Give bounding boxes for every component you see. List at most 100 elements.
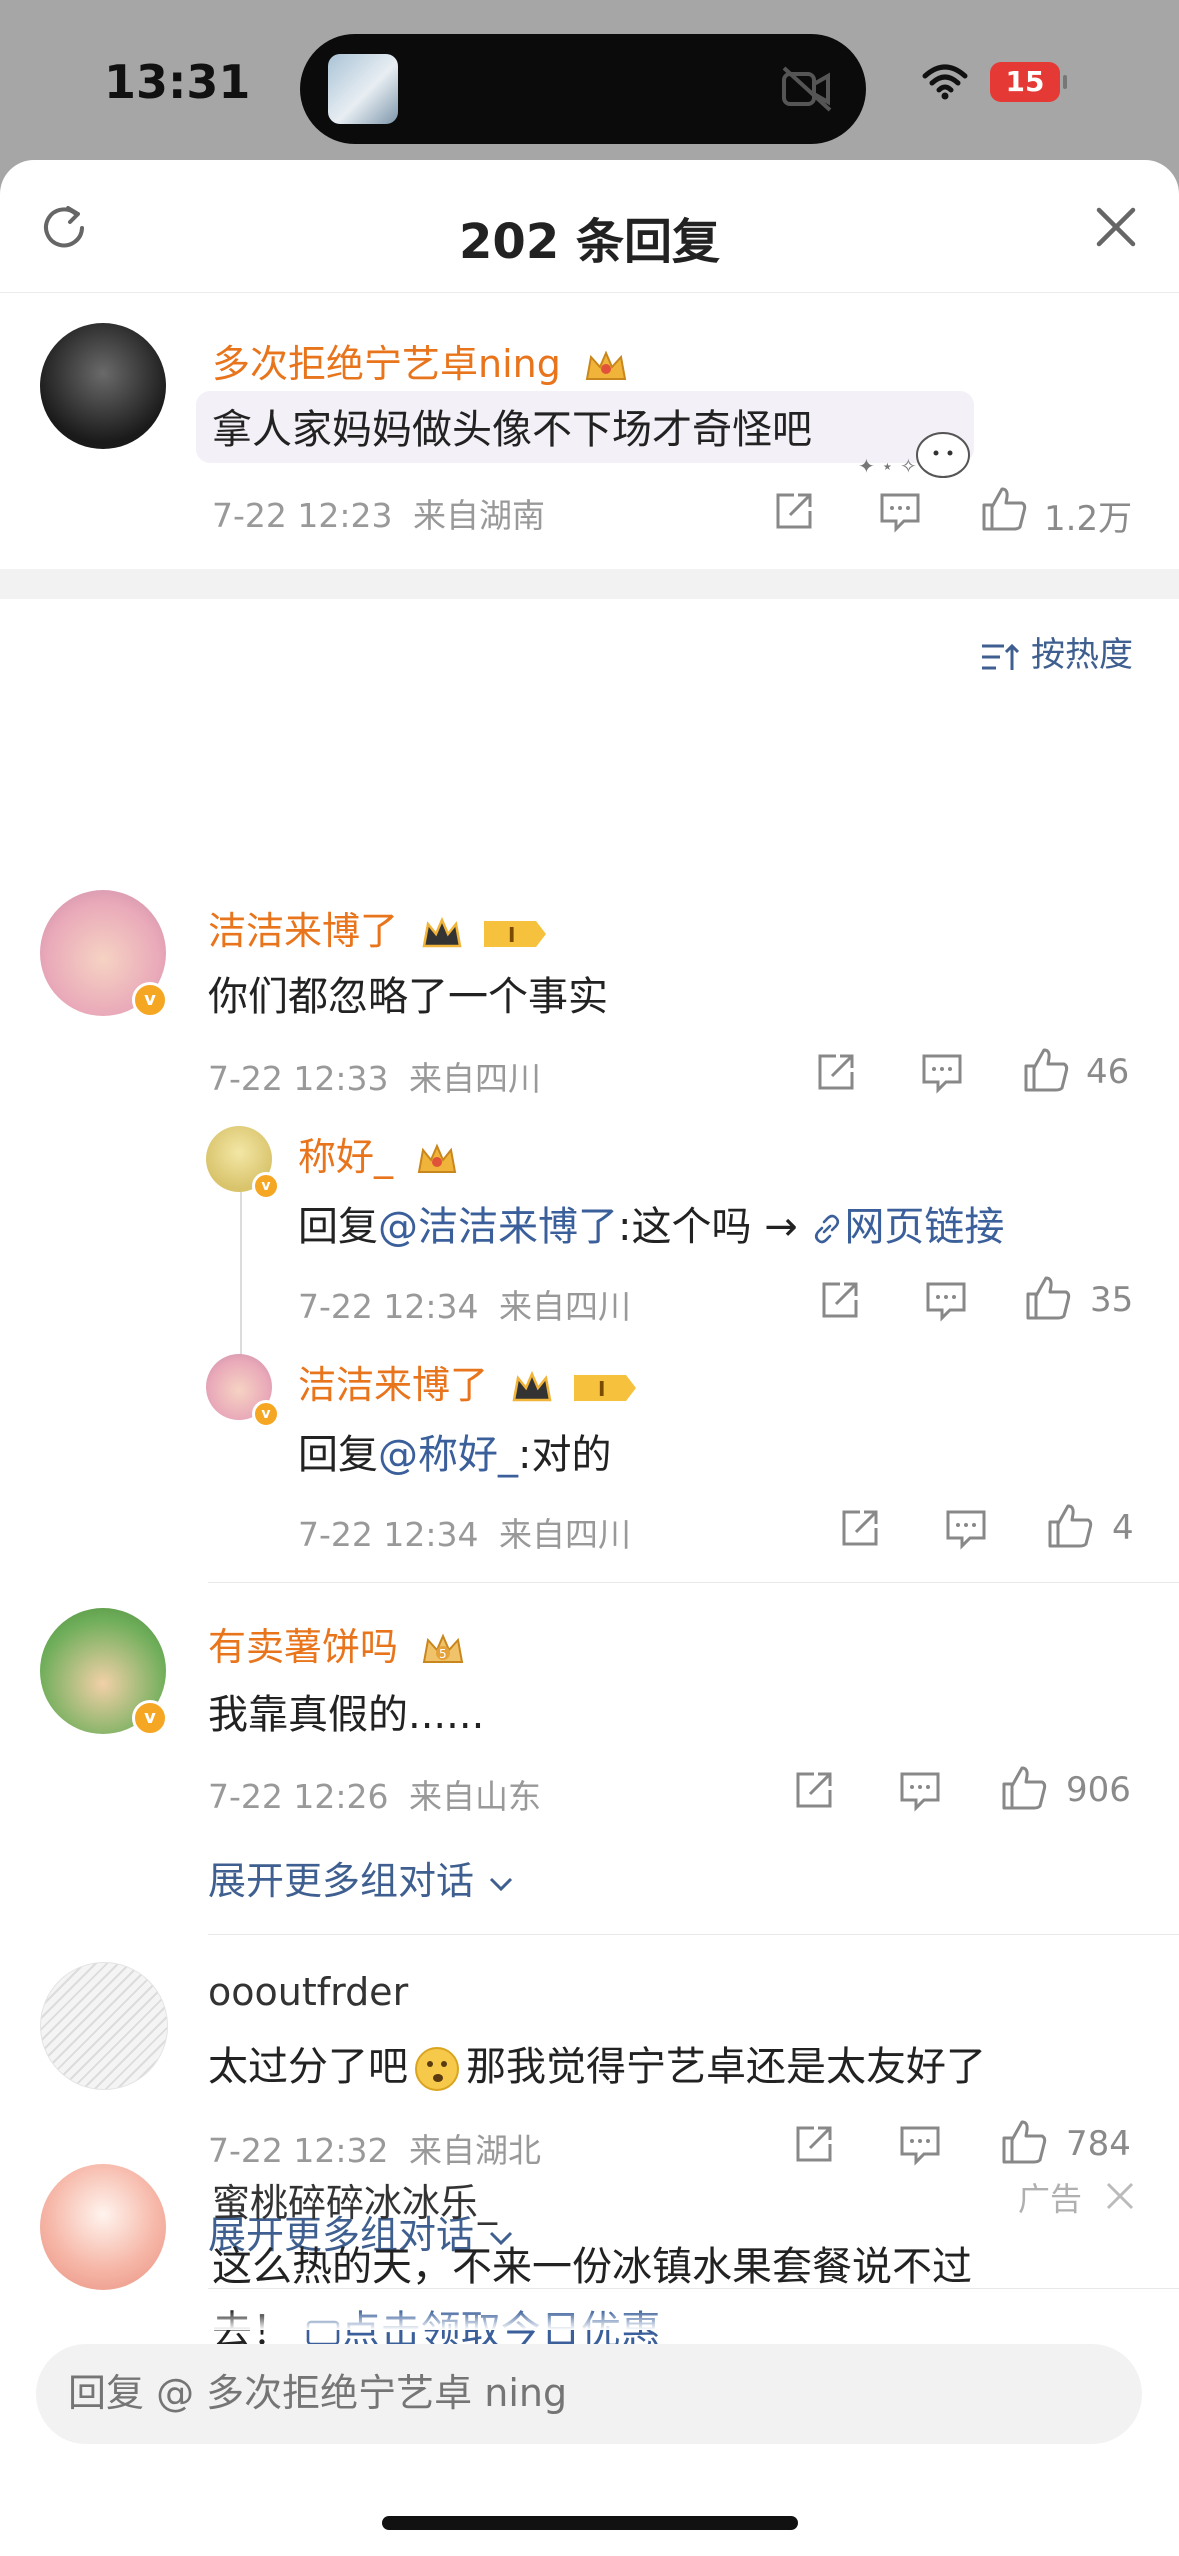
username-text: 称好_ [298,1135,394,1179]
comment-meta: 7-22 12:32 来自湖北 [208,2124,541,2172]
sort-row: 按热度 [0,599,1179,679]
sheet-header: 202 条回复 [0,160,1179,293]
location: 来自湖北 [409,2131,541,2170]
reply-text: 回复@称好_:对的 [298,1422,611,1480]
close-icon[interactable] [1093,204,1139,250]
like-icon[interactable] [1024,1274,1072,1322]
location: 来自山东 [409,1777,541,1816]
reply-prefix: 回复 [298,1204,378,1250]
comment-meta: 7-22 12:33 来自四川 [208,1052,541,1100]
expand-label: 展开更多组对话 [208,1859,475,1903]
location: 来自湖南 [413,496,545,535]
location: 来自四川 [499,1515,631,1554]
share-icon[interactable] [772,489,816,533]
timestamp: 7-22 12:23 [212,496,393,535]
mention-link[interactable]: @称好_ [378,1432,518,1478]
verified-badge: v [252,1400,280,1428]
share-icon[interactable] [814,1050,858,1094]
root-comment: 多次拒绝宁艺卓ning 拿人家妈妈做头像不下场才奇怪吧 ✦ ⋆ ✧ 7-22 1… [0,293,1179,569]
home-indicator[interactable] [382,2516,798,2530]
reply-text: 回复@洁洁来博了:这个吗 → 网页链接 [298,1194,1004,1252]
username[interactable]: oooutfrder [208,1970,408,2014]
battery-indicator: 15 [990,62,1067,102]
sticker-icon: ✦ ⋆ ✧ [858,432,970,478]
comment-text: 你们都忽略了一个事实 [208,974,608,1020]
comment-meta: 7-22 12:26 来自山东 [208,1770,541,1818]
like-count: 906 [1066,1770,1131,1810]
comment-text: 我靠真假的...... [208,1692,485,1738]
comment-icon[interactable] [898,2124,942,2166]
share-icon[interactable] [818,1278,862,1322]
username[interactable]: 有卖薯饼吗 5 [208,1616,466,1671]
svg-text:I: I [598,1377,605,1401]
link-text: 网页链接 [844,1204,1005,1250]
comment-icon[interactable] [920,1052,964,1094]
replies-sheet: 202 条回复 多次拒绝宁艺卓ning 拿人家妈妈做头像不下场才奇怪吧 ✦ ⋆ … [0,160,1179,2556]
close-ad-icon[interactable] [1104,2180,1136,2212]
comment-meta: 7-22 12:34 来自四川 [298,1508,631,1556]
avatar[interactable] [40,2164,166,2290]
crown-icon [422,916,462,947]
username[interactable]: 洁洁来博了 I [208,900,548,955]
share-icon[interactable] [792,2122,836,2166]
comment-icon[interactable] [924,1280,968,1322]
dynamic-island[interactable] [300,34,866,144]
comment-text: 太过分了吧 那我觉得宁艺卓还是太友好了 [208,2034,986,2094]
verified-badge: v [132,982,168,1018]
username[interactable]: 称好_ [298,1126,459,1181]
avatar[interactable] [40,323,166,449]
like-count: 35 [1090,1280,1134,1320]
comment-list: v 洁洁来博了 I 你们都忽略了一个事实 7-22 12:33 来自四川 46 … [0,760,1179,2320]
comment-meta: 7-22 12:23 来自湖南 [212,489,545,537]
comment-icon[interactable] [898,1770,942,1812]
share-icon[interactable] [838,1506,882,1550]
verified-badge: v [252,1172,280,1200]
thread-line [240,1190,242,1380]
level-badge-icon: I [574,1374,637,1401]
comment-text-part: 太过分了吧 [208,2044,408,2090]
like-icon[interactable] [1000,2118,1048,2166]
reply-input[interactable] [66,2370,1110,2416]
reply-input-bar[interactable] [36,2344,1142,2444]
like-icon[interactable] [1046,1502,1094,1550]
crown-icon [512,1370,552,1401]
username[interactable]: 多次拒绝宁艺卓ning [212,333,629,388]
status-bar: 13:31 15 [0,0,1179,165]
divider [208,1934,1179,1935]
crown-icon [585,349,627,380]
username-text: 有卖薯饼吗 [208,1625,399,1669]
username-text: 多次拒绝宁艺卓ning [212,342,561,386]
comment-text-part: 那我觉得宁艺卓还是太友好了 [466,2044,986,2090]
comment-icon[interactable] [944,1508,988,1550]
web-link[interactable]: 网页链接 [810,1204,1004,1250]
level-badge-icon: I [484,920,547,947]
like-count: 46 [1086,1052,1130,1092]
link-icon [815,1214,840,1244]
sort-icon [982,643,1020,670]
wifi-icon [922,64,968,100]
mention-link[interactable]: @洁洁来博了 [378,1204,618,1250]
avatar[interactable] [40,1962,168,2090]
username-text: 洁洁来博了 [208,909,399,953]
like-count: 1.2万 [1044,499,1133,539]
expand-more-button[interactable]: 展开更多组对话 [208,1850,516,1905]
timestamp: 7-22 12:33 [208,1059,389,1098]
comment-icon[interactable] [878,491,922,533]
username-text: 洁洁来博了 [298,1363,489,1407]
reply-body: :对的 [518,1432,612,1478]
share-icon[interactable] [792,1768,836,1812]
sort-label: 按热度 [1031,635,1133,675]
verified-badge: v [132,1700,168,1736]
username[interactable]: 洁洁来博了 I [298,1354,638,1409]
like-icon[interactable] [1022,1046,1070,1094]
timestamp: 7-22 12:34 [298,1515,479,1554]
like-count: 4 [1112,1508,1134,1548]
ad-username: 蜜桃碎碎冰冰乐_ [212,2181,498,2225]
page-title: 202 条回复 [459,214,720,270]
crown-icon [417,1142,457,1173]
like-icon[interactable] [980,485,1028,533]
location: 来自四川 [499,1287,631,1326]
like-icon[interactable] [1000,1764,1048,1812]
media-thumbnail [328,54,398,124]
sort-button[interactable]: 按热度 [980,627,1133,676]
